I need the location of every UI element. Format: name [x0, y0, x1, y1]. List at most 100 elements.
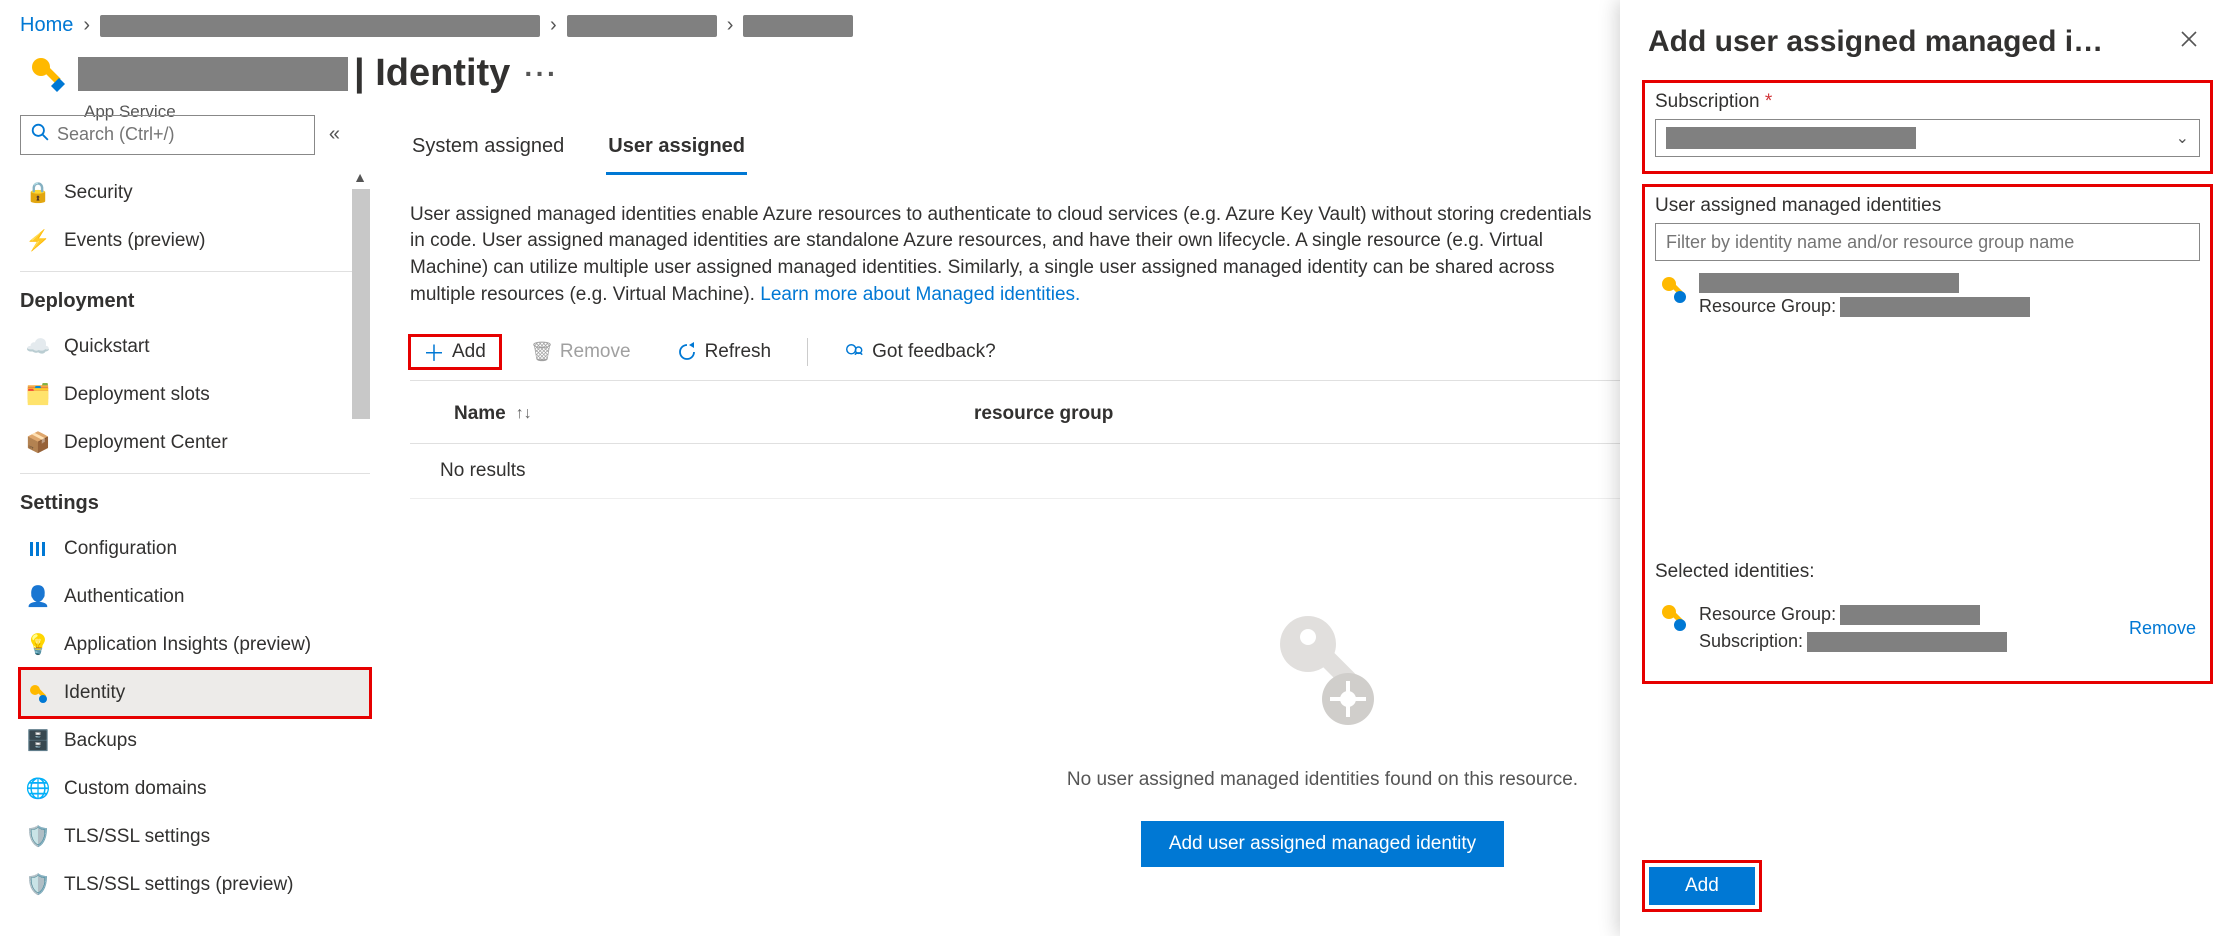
panel-title: Add user assigned managed i… — [1648, 25, 2103, 59]
sidebar-heading-deployment: Deployment — [20, 271, 370, 323]
column-header-name[interactable]: Name ↑↓ — [454, 403, 974, 425]
breadcrumb-item-redacted[interactable] — [743, 15, 853, 37]
chevron-right-icon: › — [550, 14, 557, 37]
configuration-icon — [26, 537, 50, 561]
sidebar-item-backups[interactable]: 🗄️ Backups — [20, 717, 370, 765]
title-suffix: | Identity — [354, 53, 510, 95]
sidebar-item-authentication[interactable]: 👤 Authentication — [20, 573, 370, 621]
chevron-right-icon: › — [727, 14, 734, 37]
events-icon: ⚡ — [26, 229, 50, 253]
search-icon — [31, 123, 49, 147]
search-input[interactable] — [57, 124, 304, 145]
tls-ssl-icon: 🛡️ — [26, 825, 50, 849]
sidebar-item-label: Events (preview) — [64, 230, 206, 252]
remove-identity-link[interactable]: Remove — [2129, 618, 2196, 639]
sidebar-item-identity[interactable]: Identity — [20, 669, 370, 717]
authentication-icon: 👤 — [26, 585, 50, 609]
scrollbar-thumb[interactable] — [352, 189, 370, 419]
app-insights-icon: 💡 — [26, 633, 50, 657]
deployment-center-icon: 📦 — [26, 431, 50, 455]
sidebar-item-app-insights[interactable]: 💡 Application Insights (preview) — [20, 621, 370, 669]
breadcrumb-item-redacted[interactable] — [567, 15, 717, 37]
subscription-label-inline: Subscription: — [1699, 628, 1803, 655]
tab-user-assigned[interactable]: User assigned — [606, 125, 747, 175]
toolbar-separator — [807, 338, 808, 366]
identity-icon — [26, 681, 50, 705]
sidebar-heading-settings: Settings — [20, 473, 370, 525]
refresh-button[interactable]: Refresh — [663, 336, 786, 368]
remove-label: Remove — [560, 341, 631, 363]
subscription-section: Subscription * ⌄ — [1642, 80, 2213, 174]
description-text: User assigned managed identities enable … — [410, 202, 1610, 308]
key-illustration-icon — [1253, 599, 1393, 739]
sidebar-item-label: TLS/SSL settings (preview) — [64, 874, 294, 896]
subscription-value-redacted — [1666, 127, 1916, 149]
sidebar-item-label: Custom domains — [64, 778, 207, 800]
sidebar-item-label: Deployment Center — [64, 432, 228, 454]
sidebar-item-configuration[interactable]: Configuration — [20, 525, 370, 573]
chevron-down-icon: ⌄ — [2176, 128, 2189, 148]
sidebar-item-label: Backups — [64, 730, 137, 752]
resource-group-redacted — [1840, 297, 2030, 317]
remove-button[interactable]: 🗑 Remove — [518, 336, 645, 368]
selected-identity-item: Resource Group: Subscription: Remove — [1655, 589, 2200, 667]
sidebar: « ▲ 🔒 Security ⚡ Events (preview) Deploy… — [0, 115, 370, 921]
app-service-key-icon — [26, 54, 66, 94]
tls-ssl-icon: 🛡️ — [26, 873, 50, 897]
refresh-icon — [677, 342, 697, 362]
trash-icon: 🗑 — [532, 342, 552, 362]
security-icon: 🔒 — [26, 181, 50, 205]
more-actions-button[interactable]: ··· — [524, 59, 558, 90]
sidebar-item-label: Authentication — [64, 586, 184, 608]
page-title: | Identity ··· — [78, 53, 558, 95]
sidebar-item-security[interactable]: 🔒 Security — [20, 169, 370, 217]
identity-key-icon — [1659, 275, 1687, 303]
sidebar-item-deployment-slots[interactable]: 🗂️ Deployment slots — [20, 371, 370, 419]
panel-add-button[interactable]: Add — [1649, 867, 1755, 905]
empty-state-text: No user assigned managed identities foun… — [1067, 769, 1578, 791]
sidebar-item-custom-domains[interactable]: 🌐 Custom domains — [20, 765, 370, 813]
subscription-label: Subscription * — [1655, 91, 2200, 113]
add-button[interactable]: ＋ Add — [410, 336, 500, 368]
add-user-assigned-identity-button[interactable]: Add user assigned managed identity — [1141, 821, 1504, 867]
identity-key-icon — [1659, 603, 1687, 631]
collapse-sidebar-button[interactable]: « — [329, 123, 340, 146]
identities-label: User assigned managed identities — [1655, 195, 2200, 217]
feedback-icon — [844, 342, 864, 362]
custom-domains-icon: 🌐 — [26, 777, 50, 801]
resource-group-label: Resource Group: — [1699, 601, 1836, 628]
sidebar-item-label: TLS/SSL settings — [64, 826, 210, 848]
feedback-button[interactable]: Got feedback? — [830, 336, 1010, 368]
selected-identities-heading: Selected identities: — [1655, 561, 2200, 583]
sidebar-item-tls-ssl-preview[interactable]: 🛡️ TLS/SSL settings (preview) — [20, 861, 370, 909]
breadcrumb-item-redacted[interactable] — [100, 15, 540, 37]
identity-list-item[interactable]: Resource Group: — [1655, 261, 2200, 332]
sidebar-item-events[interactable]: ⚡ Events (preview) — [20, 217, 370, 265]
plus-icon: ＋ — [424, 342, 444, 362]
identity-name-redacted — [1699, 273, 1959, 293]
feedback-label: Got feedback? — [872, 341, 996, 363]
breadcrumb-home[interactable]: Home — [20, 14, 73, 37]
sidebar-item-label: Identity — [64, 682, 125, 704]
subscription-redacted — [1807, 632, 2007, 652]
identity-filter-input[interactable] — [1655, 223, 2200, 261]
refresh-label: Refresh — [705, 341, 772, 363]
backups-icon: 🗄️ — [26, 729, 50, 753]
add-label: Add — [452, 341, 486, 363]
sidebar-item-quickstart[interactable]: ☁️ Quickstart — [20, 323, 370, 371]
tab-system-assigned[interactable]: System assigned — [410, 125, 566, 175]
sidebar-search[interactable] — [20, 115, 315, 155]
sidebar-item-label: Application Insights (preview) — [64, 634, 311, 656]
chevron-right-icon: › — [83, 14, 90, 37]
deployment-slots-icon: 🗂️ — [26, 383, 50, 407]
sidebar-item-label: Quickstart — [64, 336, 150, 358]
panel-add-highlight: Add — [1642, 860, 1762, 912]
sidebar-item-label: Security — [64, 182, 133, 204]
subscription-dropdown[interactable]: ⌄ — [1655, 119, 2200, 157]
learn-more-link[interactable]: Learn more about Managed identities. — [760, 284, 1080, 305]
scroll-up-arrow[interactable]: ▲ — [353, 169, 367, 185]
close-panel-button[interactable] — [2171, 24, 2207, 60]
sidebar-item-deployment-center[interactable]: 📦 Deployment Center — [20, 419, 370, 467]
sidebar-item-tls-ssl[interactable]: 🛡️ TLS/SSL settings — [20, 813, 370, 861]
sort-icon: ↑↓ — [516, 405, 532, 423]
